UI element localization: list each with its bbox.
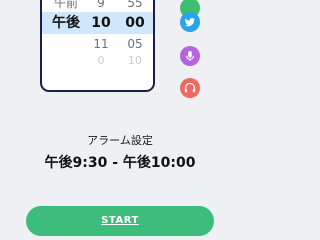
picker-ampm[interactable]: [52, 52, 80, 70]
picker-minute[interactable]: 10: [122, 52, 148, 70]
picker-hour[interactable]: 9: [88, 0, 114, 12]
picker-hour-selected[interactable]: 10: [88, 14, 114, 32]
picker-hour[interactable]: 0: [88, 52, 114, 70]
microphone-icon[interactable]: [180, 46, 200, 66]
picker-ampm[interactable]: 午前: [52, 0, 80, 12]
picker-row[interactable]: 0 10: [42, 52, 153, 70]
picker-row[interactable]: 午前 9 55: [42, 0, 153, 12]
picker-hour[interactable]: 11: [88, 35, 114, 53]
picker-ampm[interactable]: [52, 35, 80, 53]
picker-ampm-selected[interactable]: 午後: [52, 14, 80, 32]
alarm-time-range: 午後9:30 - 午後10:00: [44, 155, 196, 171]
start-button[interactable]: START: [26, 206, 214, 236]
twitter-bird-icon[interactable]: [180, 12, 200, 32]
picker-row-selected[interactable]: 午後 10 00: [42, 14, 153, 32]
picker-minute[interactable]: 55: [122, 0, 148, 12]
alarm-setting-title: アラーム設定: [87, 134, 153, 147]
picker-minute[interactable]: 05: [122, 35, 148, 53]
time-picker[interactable]: 午前 9 55 午後 10 00 11 05 0 10: [40, 0, 155, 92]
headphones-icon[interactable]: [180, 78, 200, 98]
picker-minute-selected[interactable]: 00: [122, 14, 148, 32]
picker-row[interactable]: 11 05: [42, 35, 153, 53]
